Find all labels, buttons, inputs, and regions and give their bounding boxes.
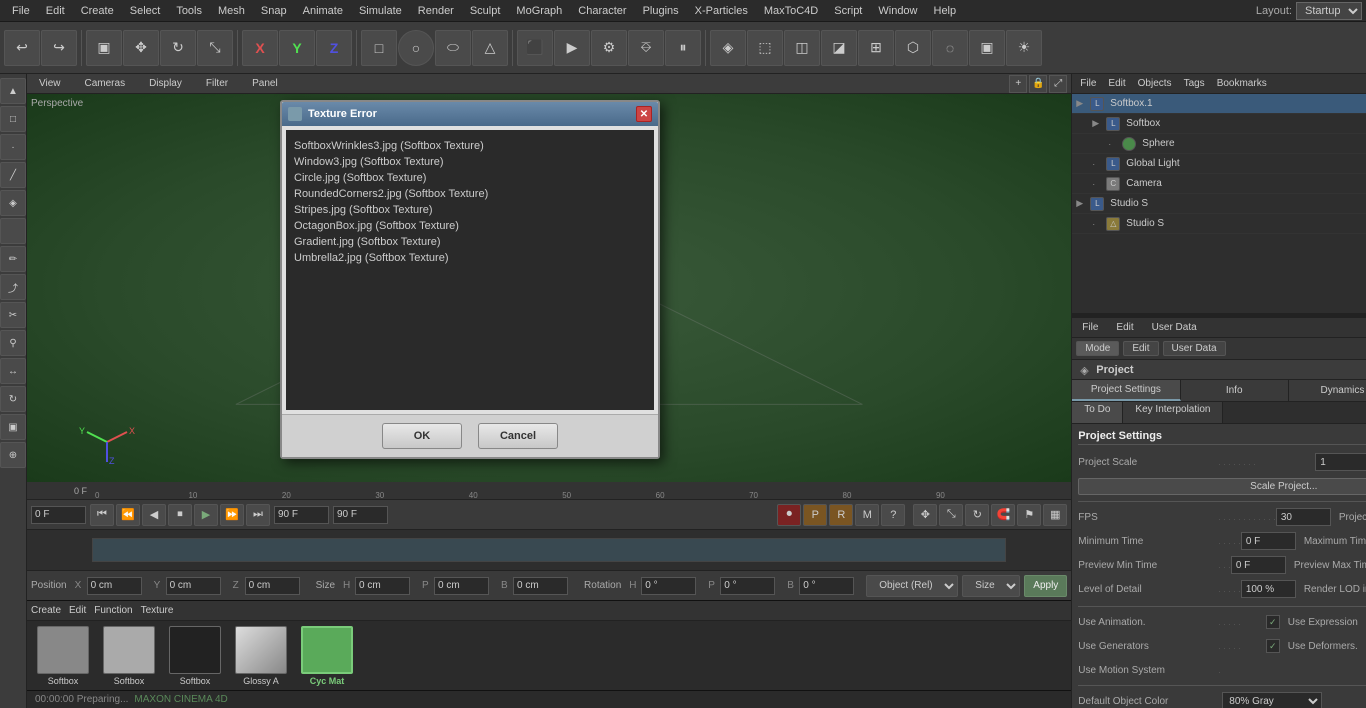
dialog-file-3: RoundedCorners2.jpg (Softbox Texture) [294,186,646,202]
dialog-file-6: Gradient.jpg (Softbox Texture) [294,234,646,250]
dialog-app-icon [288,107,302,121]
dialog-file-2: Circle.jpg (Softbox Texture) [294,170,646,186]
dialog-file-1: Window3.jpg (Softbox Texture) [294,154,646,170]
dialog-content: SoftboxWrinkles3.jpg (Softbox Texture) W… [286,130,654,410]
dialog-file-5: OctagonBox.jpg (Softbox Texture) [294,218,646,234]
dialog-titlebar: Texture Error ✕ [282,102,658,126]
dialog-cancel-btn[interactable]: Cancel [478,423,558,449]
dialog-ok-btn[interactable]: OK [382,423,462,449]
dialog-buttons: OK Cancel [282,414,658,457]
dialog-close-btn[interactable]: ✕ [636,106,652,122]
dialog-file-7: Umbrella2.jpg (Softbox Texture) [294,250,646,266]
dialog-overlay: Texture Error ✕ SoftboxWrinkles3.jpg (So… [0,0,1366,708]
texture-error-dialog: Texture Error ✕ SoftboxWrinkles3.jpg (So… [280,100,660,459]
dialog-title: Texture Error [308,108,636,120]
dialog-file-0: SoftboxWrinkles3.jpg (Softbox Texture) [294,138,646,154]
dialog-file-4: Stripes.jpg (Softbox Texture) [294,202,646,218]
